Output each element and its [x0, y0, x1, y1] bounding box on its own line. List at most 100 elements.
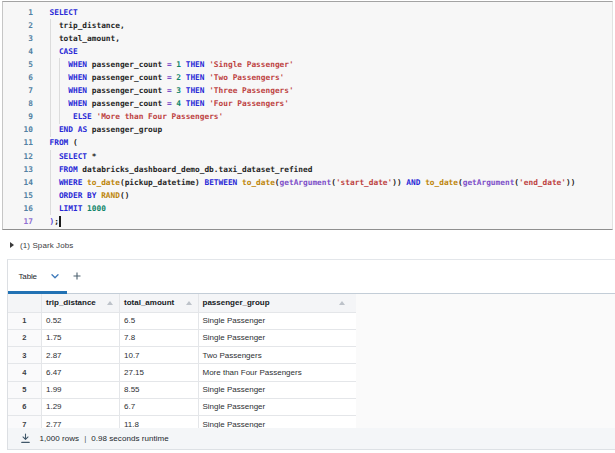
line-number: 4	[3, 45, 33, 58]
code-token-pl: ))	[392, 178, 406, 187]
code-line: FROM databricks_dashboard_demo_db.taxi_d…	[50, 163, 613, 176]
code-token-pl: passenger_group	[87, 125, 162, 134]
code-token-str: 'More than Four Passengers'	[96, 112, 223, 121]
results-table-wrap: trip_distance total_amount passenger_group…	[8, 294, 357, 429]
code-token-pl: ))	[566, 178, 575, 187]
code-token-pl: *	[87, 152, 96, 161]
code-token-kw: END	[59, 125, 73, 134]
code-token-kw: AS	[78, 125, 87, 134]
text-cursor	[59, 216, 60, 227]
column-header-trip_distance[interactable]: trip_distance	[42, 294, 120, 312]
code-token-kw: BETWEEN	[204, 178, 237, 187]
sort-icon[interactable]	[186, 301, 192, 305]
code-line: SELECT	[50, 6, 613, 19]
code-token-fn: to_date	[242, 178, 275, 187]
table-cell: 2.87	[42, 347, 120, 364]
table-cell: Single Passenger	[198, 329, 356, 346]
code-line: LIMIT 1000	[50, 202, 613, 215]
line-number: 15	[3, 189, 33, 202]
column-header-label: passenger_group	[203, 298, 270, 307]
line-number: 10	[3, 123, 33, 136]
line-number: 1	[3, 6, 33, 19]
footer-separator: |	[84, 434, 86, 443]
table-cell: Single Passenger	[198, 381, 356, 398]
code-token-pl: (pickup_datetime)	[120, 178, 205, 187]
code-token-kw: FROM	[59, 165, 78, 174]
code-token-fn: to_date	[425, 178, 458, 187]
chevron-down-icon[interactable]	[51, 274, 59, 279]
column-header-total_amount[interactable]: total_amount	[120, 294, 199, 312]
column-header-label: total_amount	[124, 298, 174, 307]
spark-jobs-toggle[interactable]: (1) Spark Jobs	[0, 241, 73, 250]
code-line: trip_distance,	[50, 19, 613, 32]
code-line: WHEN passenger_count = 2 THEN 'Two Passe…	[50, 71, 613, 84]
line-number: 16	[3, 202, 33, 215]
table-row: 46.4727.15More than Four Passengers	[8, 364, 357, 381]
row-index-cell: 3	[8, 347, 42, 364]
runtime-label: 0.98 seconds runtime	[91, 434, 169, 443]
code-line: FROM (	[50, 136, 613, 149]
code-token-kw: FROM	[50, 138, 69, 147]
code-token-kw: WHEN	[68, 86, 87, 95]
indent-guide	[50, 19, 51, 137]
table-corner-cell	[8, 294, 42, 312]
sql-code-editor[interactable]: 1234567891011121314151617 SELECT trip_di…	[2, 1, 613, 230]
results-table: trip_distance total_amount passenger_group…	[8, 294, 357, 429]
line-number: 14	[3, 176, 33, 189]
table-row: 61.296.7Single Passenger	[8, 398, 357, 415]
collapsed-caret-icon	[10, 242, 14, 248]
spark-jobs-row: (1) Spark Jobs	[0, 232, 615, 260]
table-cell: 6.7	[120, 398, 199, 415]
add-visualization-button[interactable]	[68, 260, 86, 292]
column-header-passenger_group[interactable]: passenger_group	[198, 294, 356, 312]
code-line: WHEN passenger_count = 1 THEN 'Single Pa…	[50, 58, 613, 71]
code-area[interactable]: SELECT trip_distance, total_amount, CASE…	[50, 6, 613, 229]
code-token-kw: WHEN	[68, 99, 87, 108]
code-token-fn: RAND	[101, 191, 120, 200]
code-token-pl: ;	[54, 217, 59, 226]
code-line: ORDER BY RAND()	[50, 189, 613, 202]
row-index-cell: 4	[8, 364, 42, 381]
line-number: 6	[3, 71, 33, 84]
results-footer-text: 1,000 rows | 0.98 seconds runtime	[40, 434, 169, 443]
code-token-pl	[50, 112, 73, 121]
code-token-str: 'Two Passengers'	[209, 73, 284, 82]
table-cell: 27.15	[120, 364, 199, 381]
code-line: total_amount,	[50, 32, 613, 45]
code-token-num: 1000	[87, 204, 106, 213]
code-token-kw: ORDER	[59, 191, 82, 200]
table-row: 10.526.5Single Passenger	[8, 312, 357, 329]
code-token-str: 'Four Passengers'	[209, 99, 289, 108]
sort-icon[interactable]	[107, 301, 113, 305]
table-row: 51.998.55Single Passenger	[8, 381, 357, 398]
results-footer: 1,000 rows | 0.98 seconds runtime	[8, 428, 615, 451]
tab-table[interactable]: Table	[19, 260, 59, 292]
table-cell: More than Four Passengers	[198, 364, 356, 381]
download-results-button[interactable]	[21, 433, 30, 444]
code-token-kw: THEN	[186, 73, 205, 82]
code-token-str: 'start_date'	[336, 178, 392, 187]
code-token-pl: passenger_count	[87, 86, 167, 95]
results-tab-bar: Table	[8, 260, 615, 294]
code-token-kw: WHERE	[59, 178, 82, 187]
sort-icon[interactable]	[339, 301, 345, 305]
column-header-label: trip_distance	[46, 298, 96, 307]
table-background-fill	[356, 294, 615, 429]
table-cell: 8.55	[120, 381, 199, 398]
code-line: ELSE 'More than Four Passengers'	[50, 110, 613, 123]
code-token-kw: WHEN	[68, 73, 87, 82]
table-cell: 6.47	[42, 364, 120, 381]
line-number: 5	[3, 58, 33, 71]
table-row: 32.8710.7Two Passengers	[8, 347, 357, 364]
code-token-kw: LIMIT	[59, 204, 82, 213]
code-token-fn2: getArgument	[463, 178, 515, 187]
code-token-str: 'Single Passenger'	[209, 60, 294, 69]
table-cell: 1.75	[42, 329, 120, 346]
code-token-kw: THEN	[186, 86, 205, 95]
code-token-pl: passenger_count	[87, 99, 167, 108]
code-token-kw: THEN	[186, 99, 205, 108]
line-number: 17	[3, 215, 33, 228]
code-line: SELECT *	[50, 150, 613, 163]
plus-icon	[73, 272, 81, 280]
tab-table-label: Table	[19, 272, 37, 281]
